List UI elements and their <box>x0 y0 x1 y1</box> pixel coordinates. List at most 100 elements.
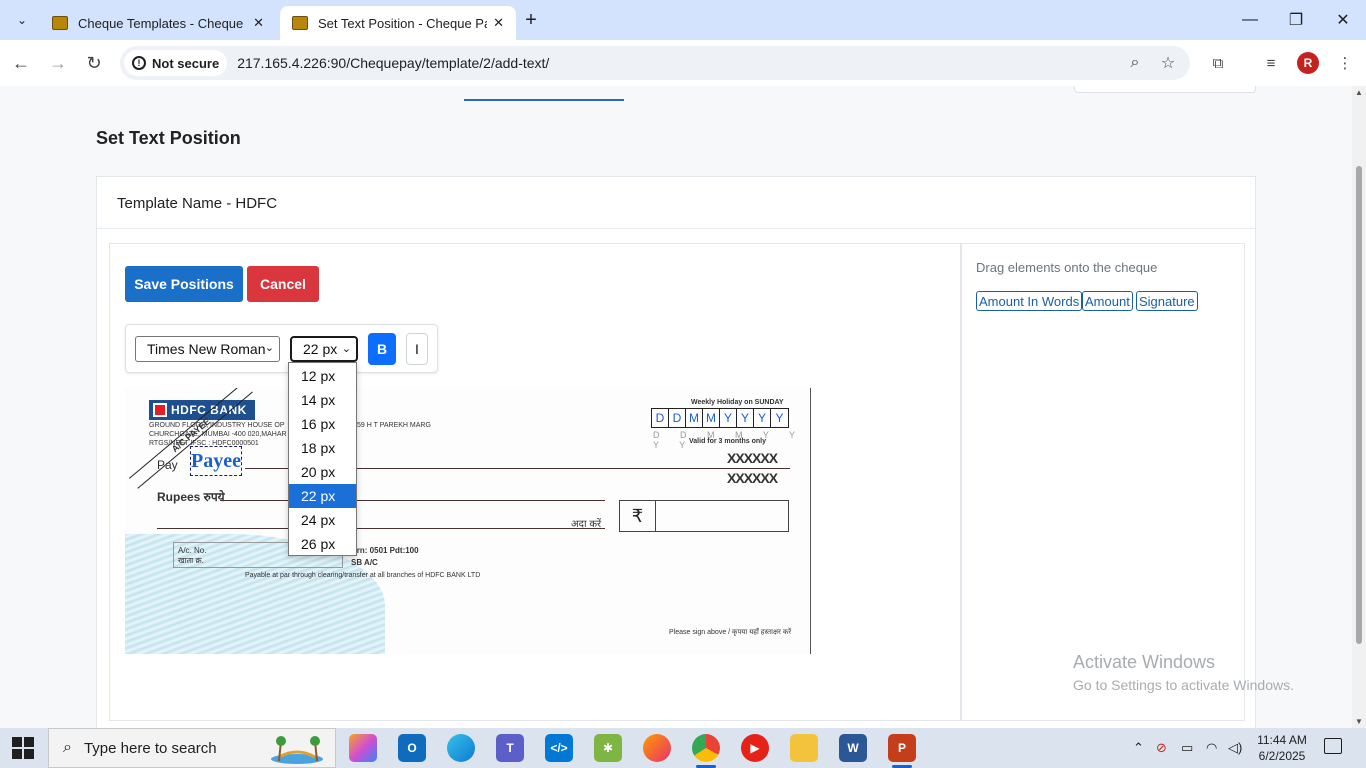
cheque-editor-panel: Save Positions Cancel Times New Roman ⌄ … <box>109 243 961 721</box>
file-explorer-app-icon[interactable] <box>790 734 818 762</box>
search-icon: ⌕ <box>63 739 72 756</box>
cheque-canvas[interactable]: HDFC BANK GROUND FLOOR, INDUSTRY HOUSE O… <box>125 388 811 654</box>
page-scrollbar[interactable]: ▲ ▼ <box>1352 86 1366 728</box>
or-bearer-strike: XXXXXX <box>727 450 778 466</box>
copilot-app-icon[interactable] <box>349 734 377 762</box>
edge-app-icon[interactable] <box>447 734 475 762</box>
save-positions-button[interactable]: Save Positions <box>125 266 243 302</box>
minimize-icon[interactable]: — <box>1227 6 1273 34</box>
address-bar[interactable]: ! Not secure 217.165.4.226:90/Chequepay/… <box>120 46 1190 80</box>
teams-app-icon[interactable]: T <box>496 734 524 762</box>
scroll-down-icon[interactable]: ▼ <box>1355 717 1363 726</box>
scroll-up-icon[interactable]: ▲ <box>1355 88 1363 97</box>
weekly-holiday-note: Weekly Holiday on SUNDAY <box>691 399 784 406</box>
tab-set-text-position[interactable]: Set Text Position - Cheque Pay ✕ <box>280 6 516 40</box>
payee-draggable-field[interactable]: Payee <box>190 446 242 476</box>
reload-icon[interactable]: ↻ <box>81 50 107 76</box>
warning-icon: ! <box>132 56 146 70</box>
windows-start-icon[interactable] <box>12 737 34 759</box>
volume-icon[interactable]: ◁) <box>1228 740 1242 756</box>
bold-toggle-button[interactable]: B <box>368 333 396 365</box>
cancel-button[interactable]: Cancel <box>247 266 319 302</box>
media-player-app-icon[interactable]: ▶ <box>741 734 769 762</box>
media-control-icon[interactable]: ≡ <box>1260 52 1282 74</box>
taskbar-clock[interactable]: 11:44 AM 6/2/2025 <box>1254 732 1310 764</box>
amount-chip[interactable]: Amount <box>1082 291 1133 311</box>
tray-battery-icon[interactable]: ▭ <box>1181 740 1193 756</box>
new-tab-icon[interactable]: + <box>520 8 542 32</box>
close-tab-icon[interactable]: ✕ <box>493 15 504 31</box>
close-window-icon[interactable]: ✕ <box>1320 6 1366 34</box>
date-char: Y <box>754 409 771 427</box>
amount-in-words-chip[interactable]: Amount In Words <box>976 291 1083 311</box>
page-title: Set Text Position <box>96 128 241 148</box>
activate-windows-subtitle: Go to Settings to activate Windows. <box>1073 677 1294 693</box>
font-size-option[interactable]: 24 px <box>289 508 356 532</box>
clock-date: 6/2/2025 <box>1258 749 1306 763</box>
tray-alert-icon[interactable]: ⊘ <box>1156 740 1167 756</box>
date-char: M <box>686 409 703 427</box>
validity-note: Valid for 3 months only <box>689 438 767 445</box>
amount-words-line-1 <box>220 500 605 501</box>
font-size-dropdown-list: 12 px 14 px 16 px 18 px 20 px 22 px 24 p… <box>288 362 357 556</box>
date-boxes: D D M M Y Y Y Y <box>651 408 789 428</box>
url-text[interactable]: 217.165.4.226:90/Chequepay/template/2/ad… <box>237 55 549 71</box>
font-size-select[interactable]: 22 px ⌄ <box>290 336 358 362</box>
powerpoint-app-icon[interactable]: P <box>888 734 916 768</box>
favicon-icon <box>292 16 308 30</box>
template-name: Template Name - HDFC <box>117 195 278 212</box>
taskbar-search-placeholder: Type here to search <box>83 739 217 757</box>
font-size-option[interactable]: 14 px <box>289 388 356 412</box>
security-chip[interactable]: ! Not secure <box>124 50 228 76</box>
font-size-value: 22 px <box>303 341 338 357</box>
menu-kebab-icon[interactable]: ⋮ <box>1334 52 1356 74</box>
tray-overflow-chevron-icon[interactable]: ⌃ <box>1133 740 1144 756</box>
wifi-icon[interactable]: ◠ <box>1206 740 1217 756</box>
chrome-app-icon[interactable] <box>692 734 720 768</box>
font-size-option-selected[interactable]: 22 px <box>289 484 356 508</box>
avatar[interactable]: R <box>1297 52 1319 74</box>
sign-above-note: Please sign above / कृपया यहाँ हस्ताक्षर… <box>669 629 792 636</box>
taskbar-search[interactable]: ⌕ Type here to search <box>48 728 336 768</box>
firefox-app-icon[interactable] <box>643 734 671 762</box>
font-size-option[interactable]: 12 px <box>289 364 356 388</box>
tools-app-icon[interactable]: ✱ <box>594 734 622 762</box>
font-size-option[interactable]: 16 px <box>289 412 356 436</box>
account-number-label-hindi: खाता क्र. <box>178 556 204 565</box>
forward-icon[interactable]: → <box>45 50 71 76</box>
rupees-label: Rupees रुपये <box>157 490 225 504</box>
outlook-app-icon[interactable]: O <box>398 734 426 762</box>
zoom-icon[interactable]: ⌕ <box>1124 52 1146 74</box>
pay-label: Pay <box>157 458 178 472</box>
signature-chip[interactable]: Signature <box>1136 291 1198 311</box>
date-char: Y <box>737 409 754 427</box>
font-size-option[interactable]: 20 px <box>289 460 356 484</box>
tab-cheque-templates[interactable]: Cheque Templates - Cheque Pa ✕ <box>40 6 276 40</box>
activate-windows-watermark: Activate Windows Go to Settings to activ… <box>1073 652 1294 693</box>
vscode-app-icon[interactable]: </> <box>545 734 573 762</box>
bookmark-star-icon[interactable]: ☆ <box>1157 52 1179 74</box>
font-size-option[interactable]: 26 px <box>289 532 356 556</box>
word-app-icon[interactable]: W <box>839 734 867 762</box>
activate-windows-title: Activate Windows <box>1073 652 1216 672</box>
clock-time: 11:44 AM <box>1257 733 1307 747</box>
restore-icon[interactable]: ❐ <box>1273 6 1319 34</box>
card-header: Template Name - HDFC <box>97 177 1255 229</box>
font-family-value: Times New Roman <box>147 341 266 357</box>
page-viewport: Set Text Position Template Name - HDFC S… <box>0 86 1366 728</box>
chevron-down-icon: ⌄ <box>264 342 274 354</box>
branch-product-code: Brn: 0501 Pdt:100 <box>351 546 419 555</box>
close-tab-icon[interactable]: ✕ <box>253 15 264 31</box>
draggable-elements-panel: Drag elements onto the cheque Amount In … <box>961 243 1245 721</box>
branch-address-line1: GROUND FLOOR, INDUSTRY HOUSE OP <box>149 422 285 429</box>
back-icon[interactable]: ← <box>8 50 34 76</box>
scrollbar-thumb[interactable] <box>1356 166 1362 644</box>
amount-box: ₹ <box>619 500 789 532</box>
italic-toggle-button[interactable]: I <box>406 333 428 365</box>
drag-hint-text: Drag elements onto the cheque <box>976 260 1158 275</box>
tab-search-chevron-icon[interactable]: ⌄ <box>8 8 36 32</box>
notification-center-icon[interactable] <box>1324 738 1342 754</box>
font-size-option[interactable]: 18 px <box>289 436 356 460</box>
font-family-select[interactable]: Times New Roman ⌄ <box>135 336 280 362</box>
extensions-icon[interactable]: ⧉ <box>1207 52 1229 74</box>
